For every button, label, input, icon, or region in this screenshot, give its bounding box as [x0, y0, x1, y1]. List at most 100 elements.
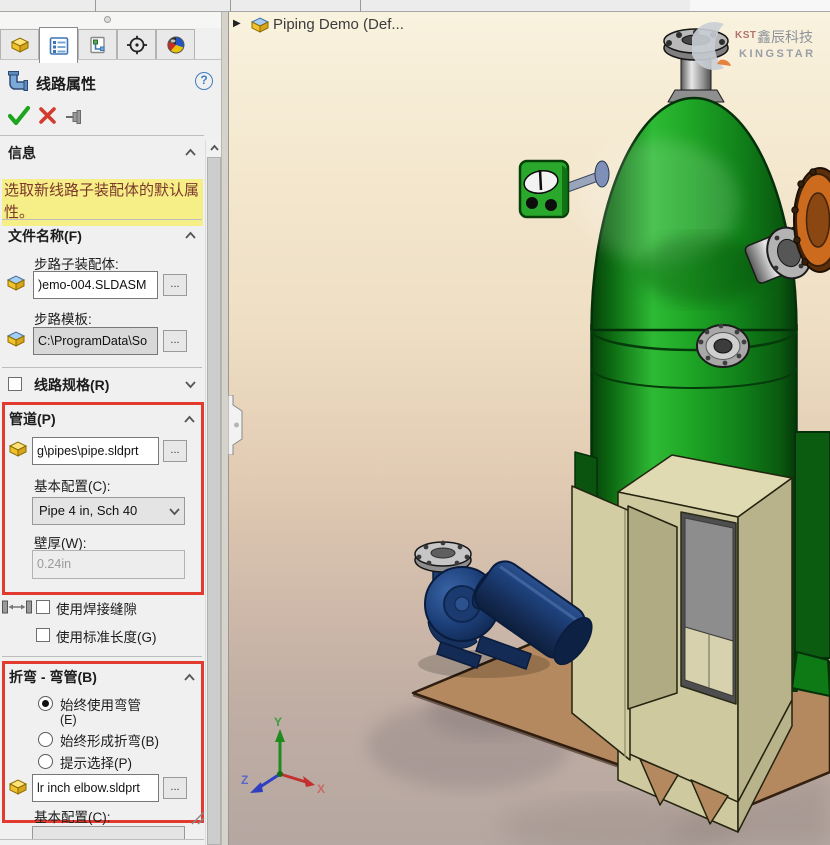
divider — [2, 656, 202, 657]
watermark-brand: KINGSTAR — [739, 48, 816, 60]
kingstar-logo-icon — [692, 20, 736, 70]
top-toolbar-strip — [0, 0, 830, 12]
collapse-chevron-icon[interactable] — [184, 231, 197, 240]
body-flange — [697, 324, 749, 367]
tab-featuremanager[interactable] — [0, 29, 39, 60]
route-spec-header[interactable]: 线路规格(R) — [34, 375, 109, 395]
crosshair-icon — [126, 35, 148, 55]
assembly-icon — [5, 330, 27, 348]
elbow-config-label: 基本配置(C): — [34, 806, 111, 826]
strip-segment — [690, 0, 830, 11]
tree-expand-arrow[interactable]: ▶ — [233, 18, 241, 29]
divider — [0, 839, 204, 840]
subassembly-input[interactable]: )emo-004.SLDASM — [33, 271, 158, 299]
wall-thickness-input: 0.24in — [32, 550, 185, 579]
strip-divider — [95, 0, 96, 12]
template-label: 步路模板: — [34, 308, 92, 328]
property-list-icon — [48, 36, 70, 56]
tab-displaymanager[interactable] — [156, 29, 195, 60]
triad-y-label: Y — [274, 715, 282, 729]
cabinet-inner-door — [628, 506, 677, 709]
subassembly-browse-button[interactable]: ... — [163, 274, 187, 296]
prompt-select-radio[interactable] — [38, 754, 53, 769]
help-icon[interactable]: ? — [195, 72, 213, 90]
vessel-leg — [795, 432, 830, 658]
std-length-checkbox[interactable] — [36, 628, 50, 642]
info-section-header[interactable]: 信息 — [8, 143, 36, 163]
panel-title: 线路属性 — [36, 73, 96, 94]
triad-z-label: Z — [241, 773, 248, 787]
dropdown-chevron-icon[interactable] — [168, 507, 181, 516]
collapse-chevron-icon[interactable] — [183, 673, 196, 682]
always-elbow-key: (E) — [60, 713, 77, 727]
pin-button[interactable] — [64, 106, 88, 128]
template-browse-button[interactable]: ... — [163, 330, 187, 352]
panel-flyout-tab[interactable] — [228, 395, 244, 455]
weld-gap-icon — [2, 599, 32, 615]
strip-divider — [360, 0, 361, 12]
weld-gap-checkbox[interactable] — [36, 600, 50, 614]
always-bend-label: 始终形成折弯(B) — [60, 730, 159, 750]
divider — [0, 135, 204, 136]
collapse-chevron-icon[interactable] — [183, 415, 196, 424]
route-elbow-icon — [5, 70, 29, 94]
pipe-section-header[interactable]: 管道(P) — [9, 409, 56, 429]
configuration-icon — [87, 35, 109, 55]
route-spec-checkbox[interactable] — [8, 377, 22, 391]
pipe-config-label: 基本配置(C): — [34, 475, 111, 495]
bends-section-header[interactable]: 折弯 - 弯管(B) — [9, 667, 97, 687]
pipe-file-input[interactable]: g\pipes\pipe.sldprt — [32, 437, 159, 465]
gauge-needle — [540, 170, 541, 190]
kingstar-watermark: KST 鑫辰科技 KINGSTAR — [687, 18, 827, 70]
wall-thickness-label: 壁厚(W): — [34, 532, 86, 552]
filenames-section-header[interactable]: 文件名称(F) — [8, 226, 82, 246]
elbow-config-dropdown-clipped[interactable] — [32, 826, 185, 840]
scrollbar-up-button[interactable] — [206, 140, 222, 156]
electrical-cabinet[interactable] — [572, 455, 792, 832]
assembly-icon — [5, 274, 27, 292]
elbow-browse-button[interactable]: ... — [163, 777, 187, 799]
divider — [2, 219, 202, 220]
panel-splitter[interactable] — [0, 12, 221, 28]
panel-scrollbar[interactable] — [205, 140, 221, 845]
part-icon — [7, 778, 29, 796]
watermark-kst: KST — [735, 30, 757, 41]
weld-gap-label: 使用焊接缝隙 — [56, 598, 137, 618]
appearance-sphere-icon — [165, 35, 187, 55]
part-icon — [7, 440, 29, 458]
tab-propertymanager[interactable] — [39, 27, 78, 63]
3d-model-scene[interactable]: Y X Z — [229, 12, 830, 845]
cancel-x-button[interactable] — [38, 106, 58, 126]
std-length-label: 使用标准长度(G) — [56, 626, 157, 646]
tab-configurationmanager[interactable] — [78, 29, 117, 60]
pipe-config-dropdown[interactable]: Pipe 4 in, Sch 40 — [32, 497, 185, 525]
coordinate-triad: Y X Z — [241, 715, 325, 796]
vessel-foot — [792, 652, 830, 696]
subassembly-label: 步路子装配体: — [34, 253, 119, 273]
always-bend-radio[interactable] — [38, 732, 53, 747]
collapse-chevron-icon[interactable] — [184, 148, 197, 157]
scroll-up-icon — [209, 144, 220, 152]
tab-dimxpertmanager[interactable] — [117, 29, 156, 60]
pipe-browse-button[interactable]: ... — [163, 440, 187, 462]
always-elbow-label: 始终使用弯管 — [60, 694, 141, 714]
template-input[interactable]: C:\ProgramData\So — [33, 327, 158, 355]
expand-chevron-icon[interactable] — [184, 380, 197, 389]
always-elbow-radio[interactable] — [38, 696, 53, 711]
divider — [2, 367, 202, 368]
tree-item-label[interactable]: Piping Demo (Def... — [273, 16, 404, 33]
prompt-select-label: 提示选择(P) — [60, 752, 132, 772]
assembly-icon — [249, 15, 271, 35]
ok-check-button[interactable] — [7, 104, 31, 126]
strip-divider — [230, 0, 231, 12]
solidworks-window: 线路属性 ? 信息 选取新线路子装配体的默认属性。 文件名称(F) 步路子装配体… — [0, 0, 830, 845]
panel-resize-grip[interactable] — [190, 810, 206, 826]
watermark-company: 鑫辰科技 — [757, 27, 813, 47]
scrollbar-thumb[interactable] — [207, 157, 221, 845]
property-manager-panel: 线路属性 ? 信息 选取新线路子装配体的默认属性。 文件名称(F) 步路子装配体… — [0, 12, 221, 845]
triad-x-label: X — [317, 782, 325, 796]
part-cube-icon — [9, 35, 31, 55]
graphics-viewport[interactable]: Y X Z ▶ Piping Demo (Def... KST 鑫辰科技 KIN… — [229, 12, 830, 845]
elbow-file-input[interactable]: lr inch elbow.sldprt — [32, 774, 159, 802]
tabrow-baseline — [0, 59, 221, 60]
